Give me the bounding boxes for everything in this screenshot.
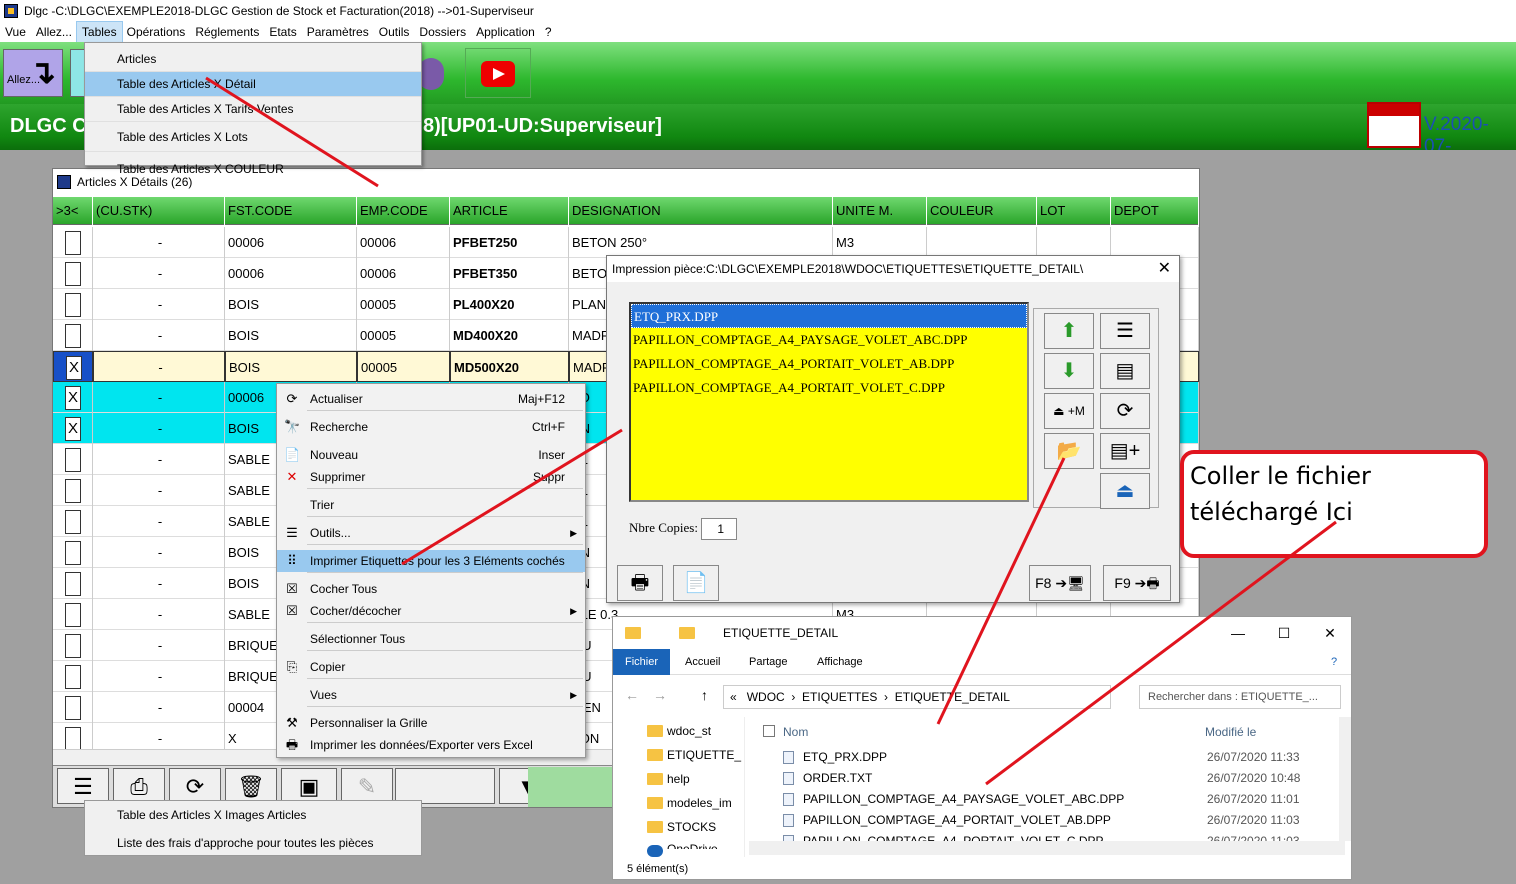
annotation-arrows (205, 76, 1337, 786)
annotation-arrow-line (936, 457, 1066, 725)
annotation-arrow-line (205, 76, 379, 188)
annotation-arrow-line (985, 520, 1337, 786)
annotation-arrow-line (401, 428, 623, 566)
